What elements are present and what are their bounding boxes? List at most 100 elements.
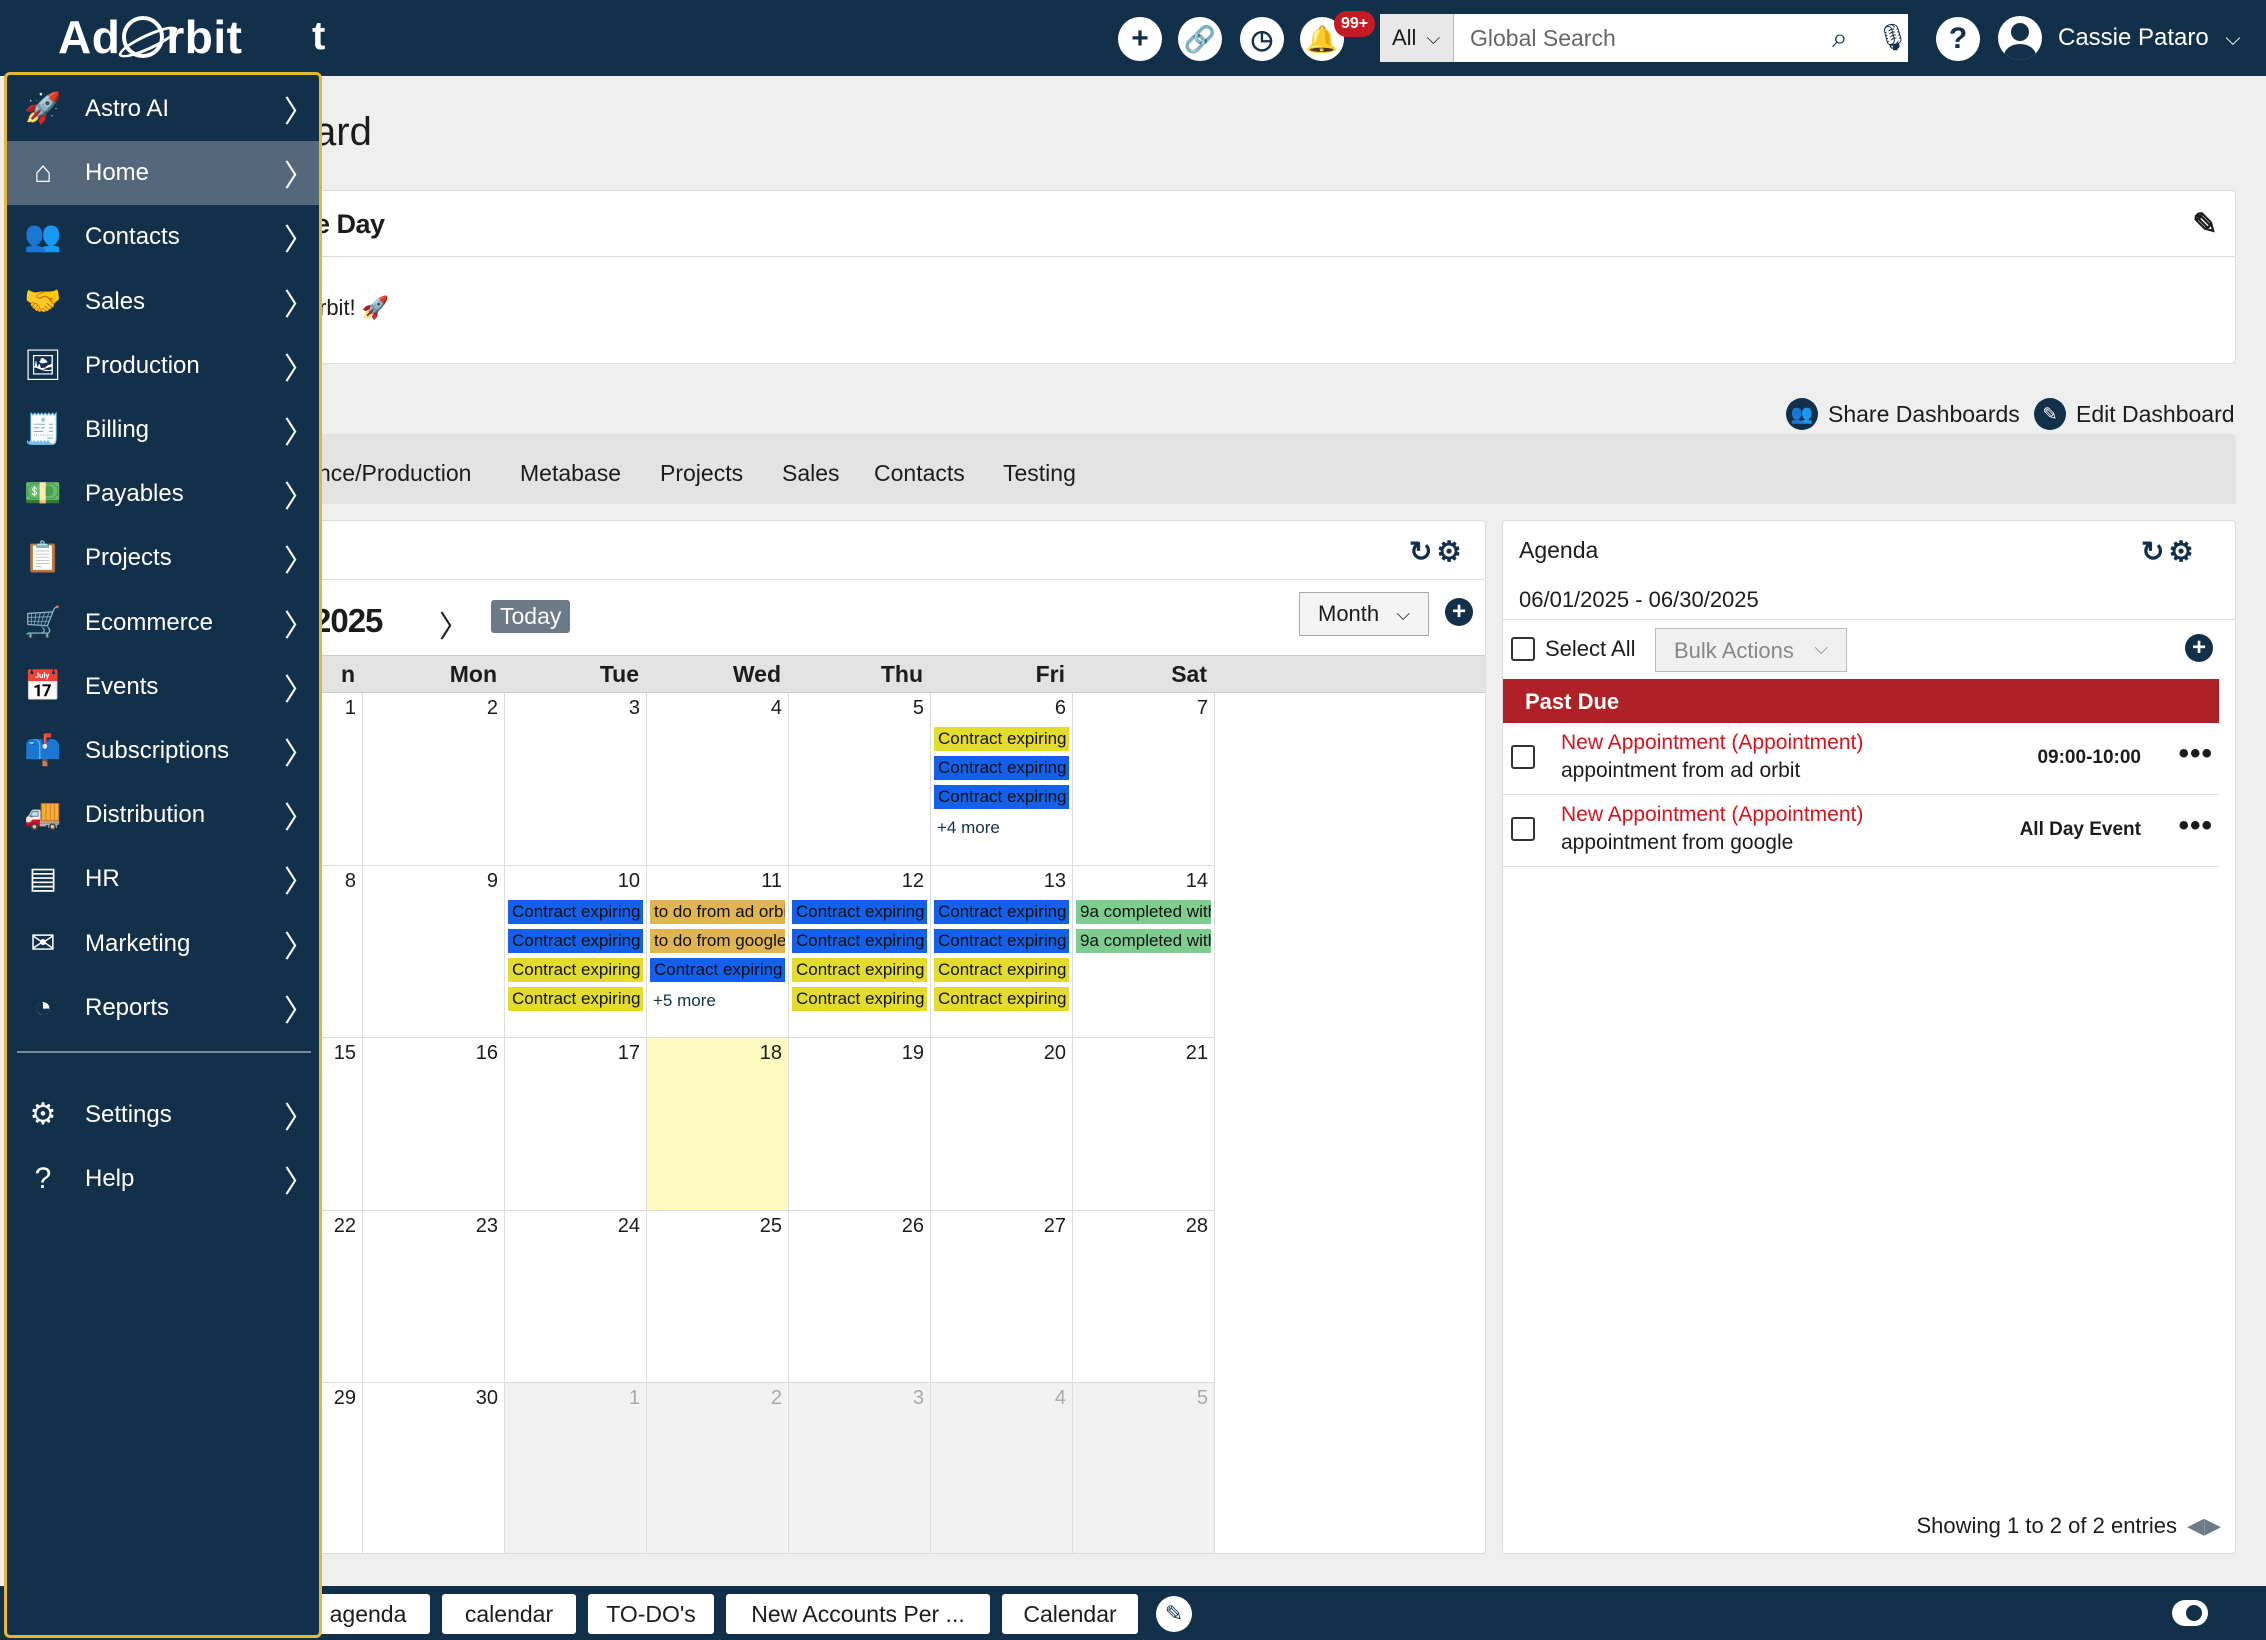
calendar-event[interactable]: Contract expiring for — [650, 957, 785, 982]
add-event-icon[interactable]: + — [1445, 598, 1473, 626]
agenda-item[interactable]: New Appointment (Appointment) appointmen… — [1503, 723, 2219, 795]
sidebar-item-home[interactable]: ⌂ Home 〉 — [7, 141, 319, 206]
calendar-event[interactable]: Contract expiring for — [792, 899, 927, 924]
calendar-day-cell[interactable]: 14 9a completed within a 9a completed with… — [1073, 865, 1215, 1038]
calendar-event[interactable]: Contract expiring for — [934, 756, 1069, 780]
calendar-day-cell[interactable]: 12 Contract expiring for Contract expiring… — [789, 865, 931, 1038]
agenda-item-checkbox[interactable] — [1511, 817, 1535, 841]
day-number[interactable]: 1 — [345, 697, 356, 720]
day-number[interactable]: 2 — [487, 697, 498, 720]
refresh-icon[interactable]: ↻ — [1409, 536, 1436, 567]
day-number[interactable]: 5 — [913, 697, 924, 720]
more-events-link[interactable]: +4 more — [937, 818, 1000, 838]
day-number[interactable]: 16 — [476, 1042, 498, 1065]
quick-tab-new-accounts[interactable]: New Accounts Per ... — [726, 1594, 990, 1634]
calendar-event[interactable]: Contract expiring for — [792, 928, 927, 953]
calendar-view-select[interactable]: Month ⌵ — [1299, 592, 1429, 636]
calendar-day-cell[interactable]: 25 — [647, 1210, 789, 1383]
more-options-icon[interactable]: ••• — [2178, 737, 2213, 771]
sidebar-item-production[interactable]: 🖼 Production 〉 — [7, 334, 319, 398]
sidebar-item-contacts[interactable]: 👥 Contacts 〉 — [7, 205, 319, 269]
chevron-right-icon[interactable]: 〉 — [279, 986, 319, 1030]
day-number[interactable]: 20 — [1044, 1042, 1066, 1065]
calendar-day-cell[interactable]: 1 — [505, 1383, 647, 1553]
calendar-event[interactable]: Contract expiring for — [934, 899, 1069, 924]
day-number[interactable]: 21 — [1186, 1042, 1208, 1065]
day-number[interactable]: 5 — [1197, 1387, 1208, 1410]
calendar-day-cell[interactable]: 27 — [931, 1210, 1073, 1383]
sidebar-item-sales[interactable]: 🤝 Sales 〉 — [7, 270, 319, 334]
user-menu[interactable]: Cassie Pataro ⌵ — [2058, 24, 2241, 52]
chevron-right-icon[interactable]: 〉 — [279, 793, 319, 837]
chevron-right-icon[interactable]: 〉 — [279, 536, 319, 580]
share-dashboards-button[interactable]: 👥 Share Dashboards — [1786, 398, 2020, 430]
day-number[interactable]: 1 — [629, 1387, 640, 1410]
day-number[interactable]: 7 — [1197, 697, 1208, 720]
day-number[interactable]: 17 — [618, 1042, 640, 1065]
chevron-right-icon[interactable]: 〉 — [279, 87, 319, 131]
next-month-chevron-icon[interactable]: 〉 — [439, 602, 469, 646]
sidebar-item-distribution[interactable]: 🚚 Distribution 〉 — [7, 783, 319, 847]
day-number[interactable]: 4 — [1055, 1387, 1066, 1410]
sidebar-item-help[interactable]: ? Help 〉 — [7, 1147, 319, 1211]
calendar-event[interactable]: Contract expiring for — [934, 928, 1069, 953]
gear-icon[interactable]: ⚙ — [1436, 536, 1465, 567]
next-page-icon[interactable]: ▶ — [2204, 1513, 2221, 1538]
chevron-right-icon[interactable]: 〉 — [279, 1093, 319, 1137]
toggle-switch[interactable] — [2172, 1600, 2208, 1626]
bulk-actions-select[interactable]: Bulk Actions ⌵ — [1655, 628, 1847, 672]
day-number[interactable]: 12 — [902, 870, 924, 893]
chevron-right-icon[interactable]: 〉 — [279, 472, 319, 516]
calendar-event[interactable]: Contract expiring for — [934, 785, 1069, 809]
sidebar-item-events[interactable]: 📅 Events 〉 — [7, 655, 319, 719]
calendar-day-cell[interactable]: 11 to do from ad orbit - to do from google… — [647, 865, 789, 1038]
sidebar-item-astro-ai[interactable]: 🚀 Astro AI 〉 — [7, 77, 319, 141]
day-number[interactable]: 3 — [913, 1387, 924, 1410]
tab-production[interactable]: nce/Production — [318, 460, 471, 487]
calendar-day-cell[interactable]: 20 — [931, 1038, 1073, 1211]
calendar-event[interactable]: Contract expiring for — [934, 727, 1069, 751]
quick-tab-calendar-2[interactable]: Calendar — [1002, 1594, 1138, 1634]
sidebar-item-payables[interactable]: 💵 Payables 〉 — [7, 462, 319, 526]
chevron-right-icon[interactable]: 〉 — [279, 922, 319, 966]
day-number[interactable]: 6 — [1055, 697, 1066, 720]
calendar-event[interactable]: Contract expiring for — [508, 986, 643, 1011]
chevron-right-icon[interactable]: 〉 — [279, 729, 319, 773]
calendar-event[interactable]: Contract expiring for — [508, 957, 643, 982]
sidebar-item-reports[interactable]: ◔ Reports 〉 — [7, 976, 319, 1040]
add-agenda-item-icon[interactable]: + — [2185, 634, 2213, 662]
chevron-right-icon[interactable]: 〉 — [279, 344, 319, 388]
day-number[interactable]: 28 — [1186, 1215, 1208, 1238]
calendar-day-cell[interactable]: 4 — [931, 1383, 1073, 1553]
pencil-icon[interactable]: ✎ — [1156, 1596, 1192, 1632]
link-icon[interactable]: 🔗 — [1178, 17, 1222, 61]
day-number[interactable]: 23 — [476, 1215, 498, 1238]
day-number[interactable]: 29 — [334, 1387, 356, 1410]
tab-metabase[interactable]: Metabase — [520, 460, 621, 487]
agenda-item[interactable]: New Appointment (Appointment) appointmen… — [1503, 795, 2219, 867]
sidebar-item-billing[interactable]: 🧾 Billing 〉 — [7, 398, 319, 462]
calendar-day-cell[interactable]: 26 — [789, 1210, 931, 1383]
chevron-right-icon[interactable]: 〉 — [279, 280, 319, 324]
calendar-day-cell[interactable]: 4 — [647, 693, 789, 866]
tab-contacts[interactable]: Contacts — [874, 460, 965, 487]
history-clock-icon[interactable]: ◷ — [1240, 17, 1284, 61]
calendar-event[interactable]: 9a completed within a — [1076, 928, 1211, 953]
chevron-right-icon[interactable]: 〉 — [279, 215, 319, 259]
chevron-right-icon[interactable]: 〉 — [279, 408, 319, 452]
calendar-day-cell[interactable]: 5 — [1073, 1383, 1215, 1553]
calendar-day-cell[interactable]: 10 Contract expiring for Contract expiring… — [505, 865, 647, 1038]
quick-tab-calendar[interactable]: calendar — [442, 1594, 576, 1634]
sidebar-item-projects[interactable]: 📋 Projects 〉 — [7, 526, 319, 590]
chevron-right-icon[interactable]: 〉 — [279, 857, 319, 901]
day-number[interactable]: 30 — [476, 1387, 498, 1410]
calendar-event[interactable]: Contract expiring for — [934, 957, 1069, 982]
calendar-event[interactable]: Contract expiring for — [508, 928, 643, 953]
previous-page-icon[interactable]: ◀ — [2187, 1513, 2204, 1538]
agenda-item-title[interactable]: New Appointment (Appointment) — [1561, 803, 1863, 827]
sidebar-item-marketing[interactable]: ✉ Marketing 〉 — [7, 912, 319, 976]
calendar-day-cell[interactable]: 3 — [505, 693, 647, 866]
calendar-day-cell[interactable]: 21 — [1073, 1038, 1215, 1211]
calendar-event[interactable]: Contract expiring for — [792, 986, 927, 1011]
day-number[interactable]: 11 — [761, 870, 782, 893]
